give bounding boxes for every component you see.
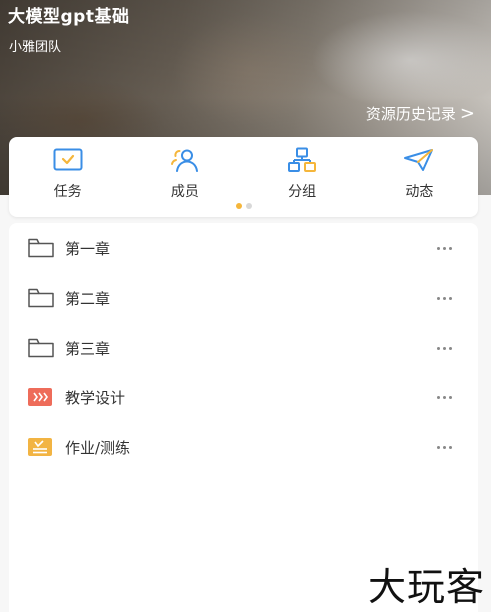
folder-icon	[28, 287, 54, 309]
list-item[interactable]: 第二章	[9, 278, 478, 318]
list-item-label: 教学设计	[65, 388, 126, 407]
watermark: 大玩客	[367, 565, 485, 609]
more-options-icon[interactable]	[437, 246, 452, 250]
list-item[interactable]: 教学设计	[9, 377, 478, 417]
more-options-icon[interactable]	[437, 346, 452, 350]
members-icon	[169, 146, 201, 174]
more-options-icon[interactable]	[437, 296, 452, 300]
folder-icon	[28, 337, 54, 359]
tab-activity[interactable]: 动态	[361, 137, 478, 203]
tab-tasks-label: 任务	[53, 184, 82, 200]
homework-icon	[28, 436, 54, 458]
course-team: 小雅团队	[9, 40, 62, 55]
list-item-label: 第一章	[65, 239, 111, 258]
resource-history-label: 资源历史记录	[365, 105, 456, 123]
tab-members[interactable]: 成员	[126, 137, 243, 203]
teaching-design-icon	[28, 386, 54, 408]
tab-activity-label: 动态	[405, 184, 434, 200]
list-item-label: 作业/测练	[65, 438, 131, 457]
list-item[interactable]: 第一章	[9, 228, 478, 268]
tab-tasks[interactable]: 任务	[9, 137, 126, 203]
list-item-label: 第二章	[65, 289, 111, 308]
tab-pager[interactable]	[9, 203, 478, 209]
more-options-icon[interactable]	[437, 395, 452, 399]
more-options-icon[interactable]	[437, 445, 452, 449]
task-icon	[52, 146, 84, 174]
list-item[interactable]: 作业/测练	[9, 427, 478, 467]
list-item[interactable]: 第三章	[9, 328, 478, 368]
group-icon	[286, 146, 318, 174]
list-item-label: 第三章	[65, 339, 111, 358]
resource-list: 第一章 第二章 第三章 教学设计 作业/测练	[9, 223, 478, 612]
pager-dot	[245, 203, 252, 209]
resource-history-link[interactable]: 资源历史记录 >	[366, 103, 475, 124]
tab-members-label: 成员	[170, 184, 199, 200]
folder-icon	[28, 237, 54, 259]
activity-icon	[403, 146, 435, 174]
course-title: 大模型gpt基础	[8, 7, 130, 27]
pager-dot-active	[235, 203, 242, 209]
tab-groups-label: 分组	[288, 184, 317, 200]
function-tab-card: 任务 成员 分组 动态	[9, 137, 478, 217]
chevron-right-icon: >	[459, 102, 475, 124]
tab-groups[interactable]: 分组	[244, 137, 361, 203]
